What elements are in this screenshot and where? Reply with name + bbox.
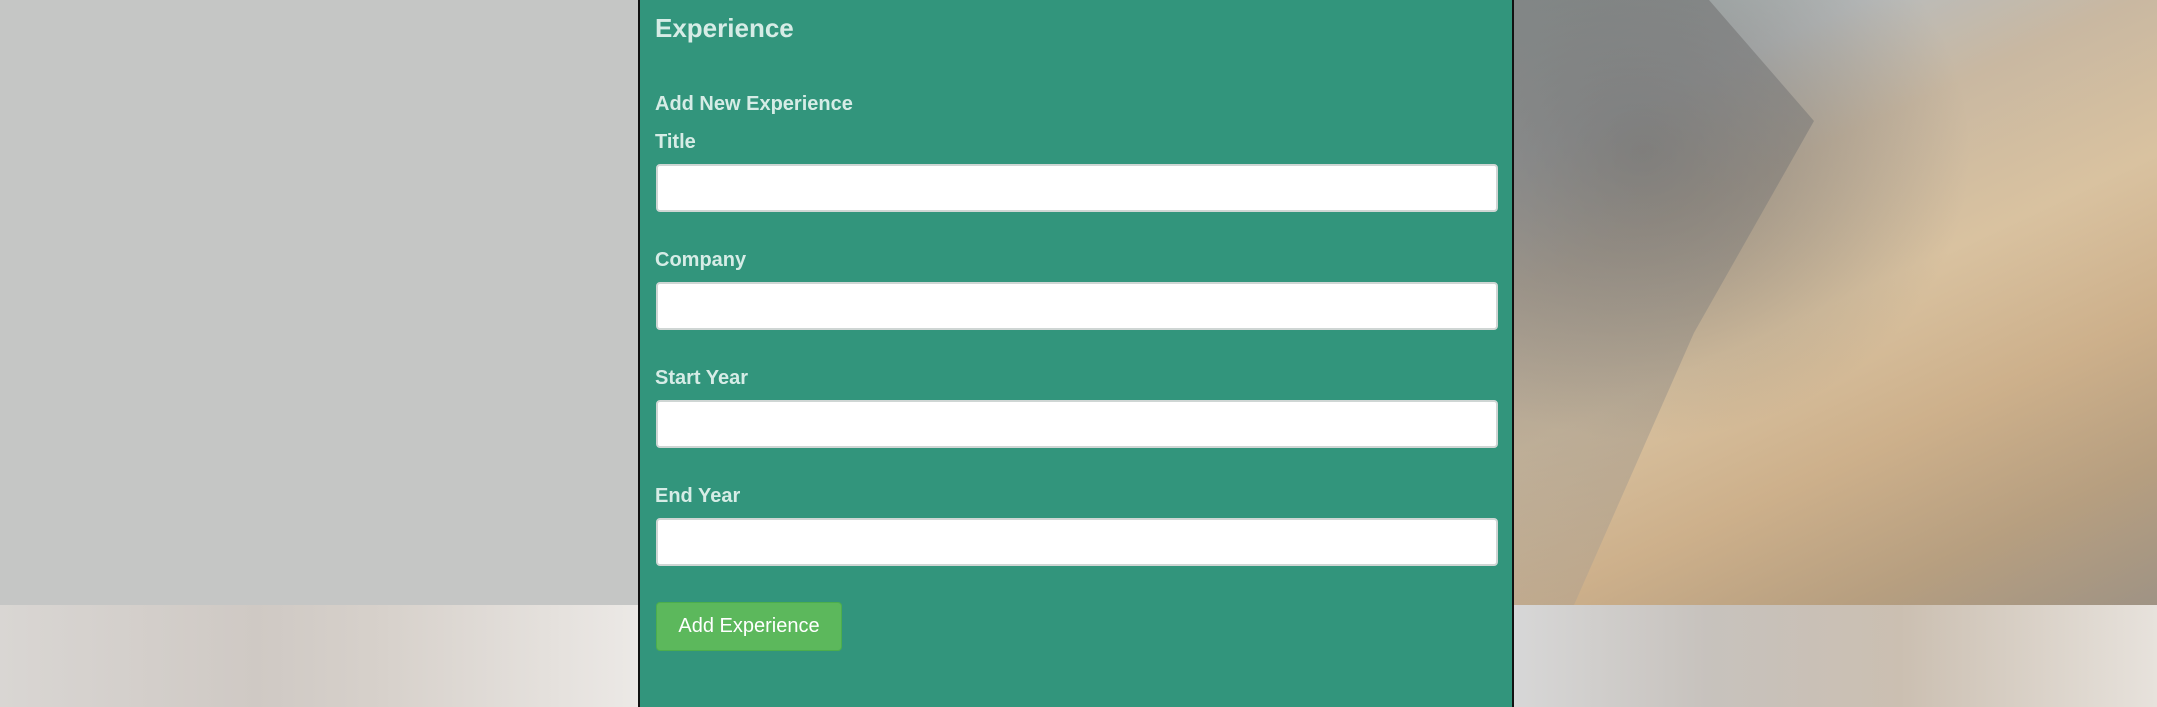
background-photo-right-bottom [1514,605,2157,707]
company-input[interactable] [656,282,1498,330]
panel-heading: Experience [655,13,794,43]
title-label: Title [655,131,696,153]
add-experience-button[interactable]: Add Experience [656,602,842,651]
end-year-label: End Year [655,485,741,507]
end-year-input[interactable] [656,518,1498,566]
start-year-input[interactable] [656,400,1498,448]
experience-panel: Experience Add New Experience Title Comp… [638,0,1514,707]
background-photo-left-bottom [0,605,640,707]
company-label: Company [655,249,747,271]
start-year-label: Start Year [655,367,749,389]
form-title: Add New Experience [655,93,853,115]
title-input[interactable] [656,164,1498,212]
